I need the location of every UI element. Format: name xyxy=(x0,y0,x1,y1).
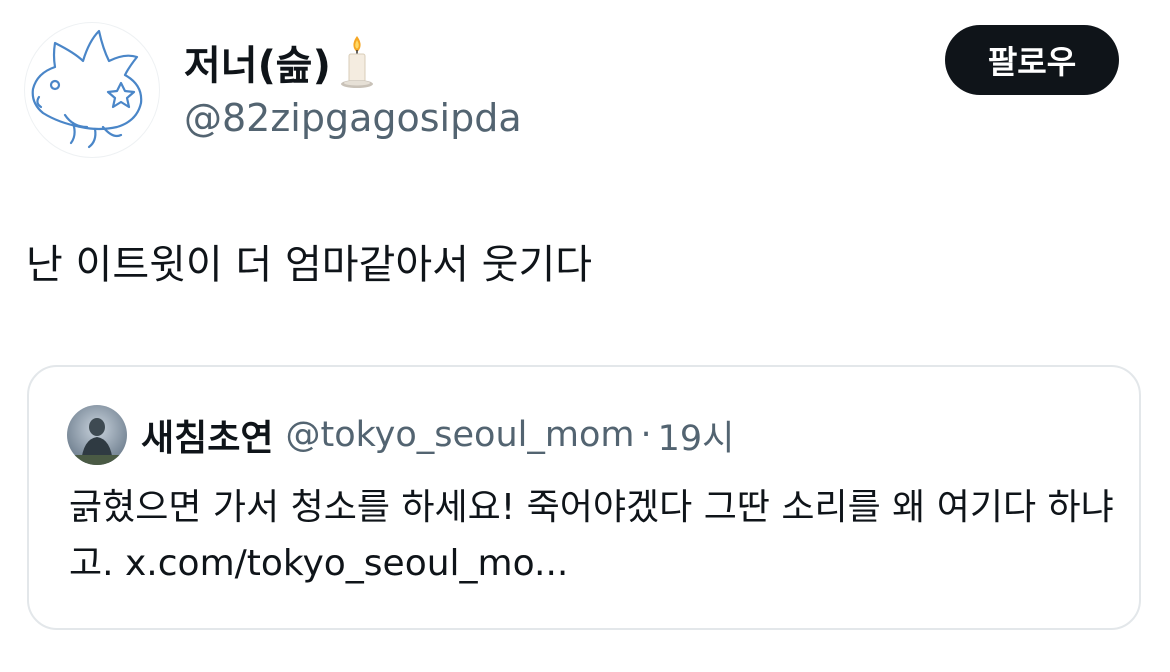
quoted-author-avatar xyxy=(67,405,127,465)
quoted-display-name: 새침초연 xyxy=(141,418,274,459)
display-name[interactable]: 저너(슲) xyxy=(184,33,331,91)
candle-icon xyxy=(340,36,373,88)
quoted-handle: @tokyo_seoul_mom xyxy=(285,415,635,455)
quoted-tweet-header: 새침초연 @tokyo_seoul_mom · 19시 xyxy=(67,405,734,465)
follow-button[interactable]: 팔로우 xyxy=(945,25,1119,95)
buddha-statue-icon xyxy=(67,405,127,465)
quoted-separator: · xyxy=(640,415,652,455)
display-name-row: 저너(슲) xyxy=(184,32,522,92)
author-avatar[interactable] xyxy=(24,22,160,158)
quoted-tweet-text: 긁혔으면 가서 청소를 하세요! 죽어야겠다 그딴 소리를 왜 여기다 하냐고.… xyxy=(69,487,1114,584)
quoted-timestamp[interactable]: 19시 xyxy=(658,410,735,461)
tweet-text: 난 이트윗이 더 엄마같아서 웃기다 xyxy=(26,242,593,288)
author-handle[interactable]: @82zipgagosipda xyxy=(184,96,522,140)
sunfish-doodle-icon xyxy=(31,29,143,149)
author-info: 저너(슲) @82zipgagosipda xyxy=(184,32,522,140)
quoted-tweet-card[interactable]: 새침초연 @tokyo_seoul_mom · 19시 긁혔으면 가서 청소를 … xyxy=(27,365,1141,630)
